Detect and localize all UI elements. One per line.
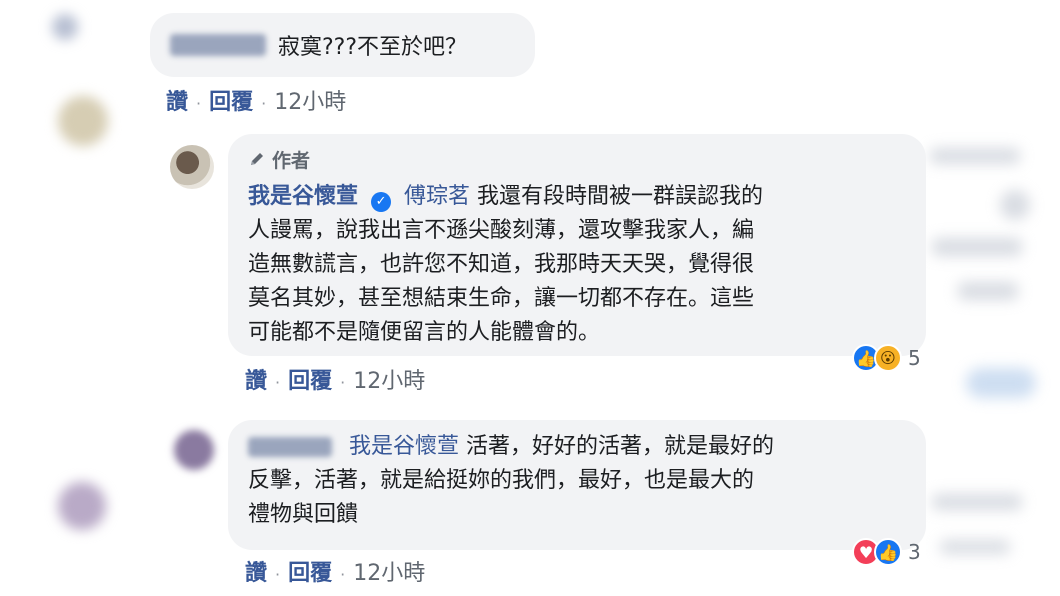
comment-text: 我還有段時間被一群誤認我的 <box>477 184 764 209</box>
blurred-sidebar <box>1000 190 1030 220</box>
blurred-sidebar <box>932 238 1022 256</box>
timestamp[interactable]: 12小時 <box>353 369 425 394</box>
comment-line: 莫名其妙，甚至想結束生命，讓一切都不存在。這些 <box>248 286 755 311</box>
commenter-name[interactable] <box>248 437 332 457</box>
commenter-name[interactable] <box>170 34 266 56</box>
timestamp[interactable]: 12小時 <box>353 561 425 586</box>
comment-bubble: 作者 我是谷懷萱 ✓ 傅琮茗 我還有段時間被一群誤認我的 人謾罵，說我出言不遜尖… <box>228 134 926 356</box>
separator-dot: · <box>340 372 346 392</box>
comment-bubble: 寂寞???不至於吧？ <box>150 13 535 77</box>
separator-dot: · <box>340 564 346 584</box>
author-badge: 作者 <box>248 144 906 174</box>
separator-dot: · <box>196 93 202 113</box>
mention-link[interactable]: 我是谷懷萱 <box>349 434 459 459</box>
comment-actions: 讚 · 回覆 · 12小時 <box>166 84 346 116</box>
comment-line: 禮物與回饋 <box>248 502 359 527</box>
pencil-icon <box>248 150 266 168</box>
reaction-count: 3 <box>908 540 921 564</box>
avatar <box>52 14 78 40</box>
verified-check-icon: ✓ <box>371 192 392 212</box>
like-button[interactable]: 讚 <box>245 369 267 394</box>
like-icon: 👍 <box>874 538 902 566</box>
blurred-sidebar <box>958 282 1018 300</box>
comment-text: 活著，好好的活著，就是最好的 <box>466 434 775 459</box>
comment-bubble: 我是谷懷萱 活著，好好的活著，就是最好的 反擊，活著，就是給挺妳的我們，最好，也… <box>228 420 926 550</box>
mention-link[interactable]: 傅琮茗 <box>404 184 470 209</box>
comment-line: 造無數謊言，也許您不知道，我那時天天哭，覺得很 <box>248 252 755 277</box>
avatar <box>58 96 108 146</box>
author-name[interactable]: 我是谷懷萱 <box>248 184 358 209</box>
reaction-summary[interactable]: 👍 😮 5 <box>852 344 921 372</box>
like-button[interactable]: 讚 <box>166 90 188 115</box>
blurred-sidebar <box>966 368 1036 398</box>
reply-button[interactable]: 回覆 <box>209 90 253 115</box>
blurred-sidebar <box>940 540 1010 554</box>
separator-dot: · <box>275 372 281 392</box>
comment-line: 可能都不是隨便留言的人能體會的。 <box>248 320 601 345</box>
comment-line: 人謾罵，說我出言不遜尖酸刻薄，還攻擊我家人，編 <box>248 218 755 243</box>
comment-line: 我是谷懷萱 活著，好好的活著，就是最好的 <box>248 430 906 464</box>
avatar <box>58 482 106 530</box>
reaction-summary[interactable]: ♥ 👍 3 <box>852 538 921 566</box>
timestamp[interactable]: 12小時 <box>274 90 346 115</box>
reaction-count: 5 <box>908 346 921 370</box>
blurred-sidebar <box>932 494 1022 510</box>
comment-actions: 讚 · 回覆 · 12小時 <box>245 555 425 587</box>
separator-dot: · <box>275 564 281 584</box>
avatar[interactable] <box>174 430 214 470</box>
comment-text-block: 我是谷懷萱 ✓ 傅琮茗 我還有段時間被一群誤認我的 人謾罵，說我出言不遜尖酸刻薄… <box>248 180 906 350</box>
comment-actions: 讚 · 回覆 · 12小時 <box>245 363 425 395</box>
wow-icon: 😮 <box>874 344 902 372</box>
blurred-sidebar <box>930 148 1020 164</box>
reply-button[interactable]: 回覆 <box>288 369 332 394</box>
like-button[interactable]: 讚 <box>245 561 267 586</box>
badge-label: 作者 <box>272 149 311 172</box>
comment-text-block: 我是谷懷萱 活著，好好的活著，就是最好的 反擊，活著，就是給挺妳的我們，最好，也… <box>248 430 906 532</box>
author-avatar[interactable] <box>170 145 214 189</box>
comment-line: 我是谷懷萱 ✓ 傅琮茗 我還有段時間被一群誤認我的 <box>248 180 906 214</box>
separator-dot: · <box>261 93 267 113</box>
reply-button[interactable]: 回覆 <box>288 561 332 586</box>
comment-text: 寂寞???不至於吧？ <box>278 35 468 60</box>
comment-line: 反擊，活著，就是給挺妳的我們，最好，也是最大的 <box>248 468 755 493</box>
